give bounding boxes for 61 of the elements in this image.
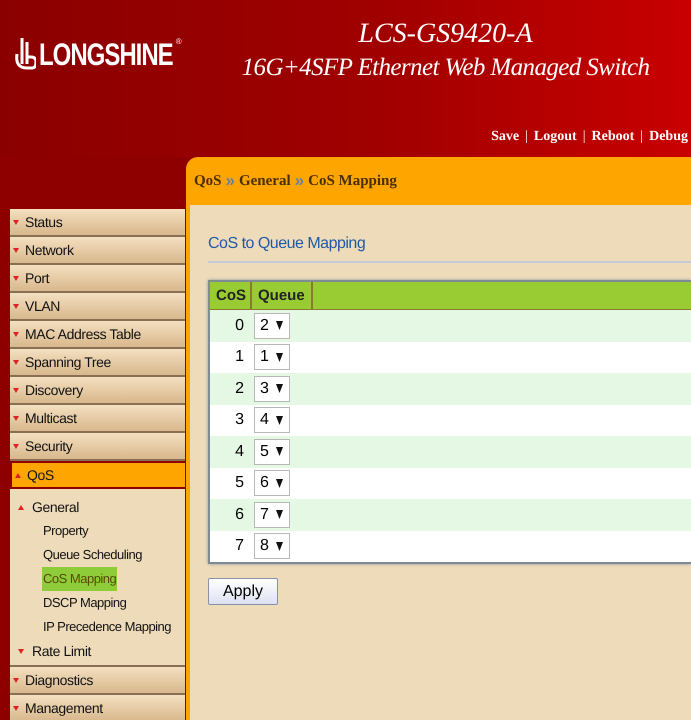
menu-item[interactable]: Security	[10, 433, 185, 461]
header-link[interactable]: Debug	[649, 128, 688, 144]
header-link[interactable]: Reboot	[592, 128, 634, 144]
dropdown-arrow-icon	[276, 321, 283, 330]
queue-dropdown[interactable]: 4	[254, 407, 290, 434]
dropdown-arrow-icon	[276, 416, 283, 425]
submenu-item[interactable]: General	[18, 495, 80, 519]
menu-item[interactable]: Spanning Tree	[10, 349, 185, 377]
submenu-link[interactable]: Queue Scheduling	[42, 543, 143, 567]
queue-dropdown[interactable]: 6	[254, 470, 290, 496]
apply-button[interactable]: Apply	[208, 578, 278, 605]
submenu-link[interactable]: DSCP Mapping	[42, 591, 128, 615]
menu-item[interactable]: Diagnostics	[10, 667, 185, 695]
dropdown-arrow-icon	[276, 510, 283, 520]
queue-dropdown[interactable]: 8	[254, 533, 290, 560]
dropdown-arrow-icon	[276, 542, 283, 551]
dropdown-arrow-icon	[276, 352, 283, 362]
breadcrumb-separator: »	[294, 171, 304, 191]
submenu-link[interactable]: CoS Mapping	[42, 567, 118, 591]
menu-item[interactable]: MAC Address Table	[10, 321, 185, 349]
link-separator: |	[582, 128, 586, 144]
menu-item[interactable]: VLAN	[10, 293, 185, 321]
dropdown-arrow-icon	[276, 447, 283, 456]
submenu-link[interactable]: Property	[42, 519, 90, 543]
submenu-item[interactable]: Rate Limit	[18, 639, 92, 663]
breadcrumb-item: General	[238, 172, 291, 190]
section-title: CoS to Queue Mapping	[208, 235, 366, 253]
table-cell-text: 5	[234, 474, 245, 492]
queue-dropdown[interactable]: 2	[254, 312, 290, 339]
menu-item[interactable]: Discovery	[10, 377, 185, 405]
table-cell-text: 0	[234, 316, 245, 335]
menu-item[interactable]: Network	[10, 237, 185, 265]
table-cell-text: 2	[234, 380, 245, 398]
queue-dropdown[interactable]: 5	[254, 438, 290, 465]
link-separator: |	[525, 128, 528, 144]
registered-mark: ®	[176, 37, 182, 46]
logo-text: LONGSHINE	[39, 38, 173, 74]
queue-dropdown[interactable]: 7	[254, 502, 290, 528]
header-link[interactable]: Logout	[534, 128, 577, 144]
table-cell-text: 6	[234, 506, 245, 524]
device-subtitle: 16G+4SFP Ethernet Web Managed Switch	[242, 54, 650, 82]
submenu-link[interactable]: IP Precedence Mapping	[42, 615, 172, 639]
table-cell-text: 4	[234, 442, 245, 461]
queue-dropdown[interactable]: 3	[254, 376, 290, 402]
menu-item[interactable]: Multicast	[10, 405, 185, 433]
device-title: LCS-GS9420-A	[358, 18, 533, 50]
link-separator: |	[640, 128, 644, 144]
breadcrumb-item: CoS Mapping	[308, 172, 397, 190]
queue-dropdown[interactable]: 1	[254, 344, 290, 370]
dropdown-arrow-icon	[276, 384, 283, 394]
breadcrumb-separator: »	[226, 171, 235, 191]
dropdown-arrow-icon	[276, 478, 283, 488]
menu-item[interactable]: Management	[10, 695, 185, 720]
menu-item[interactable]: Status	[10, 209, 185, 237]
header-link[interactable]: Save	[491, 128, 520, 144]
table-cell-text: 3	[234, 411, 245, 430]
menu-item[interactable]: QoS	[10, 461, 185, 489]
menu-item[interactable]: Port	[10, 265, 185, 293]
breadcrumb-item: QoS	[194, 172, 222, 190]
table-cell-text: 7	[234, 537, 245, 556]
table-cell-text: 1	[234, 348, 245, 366]
